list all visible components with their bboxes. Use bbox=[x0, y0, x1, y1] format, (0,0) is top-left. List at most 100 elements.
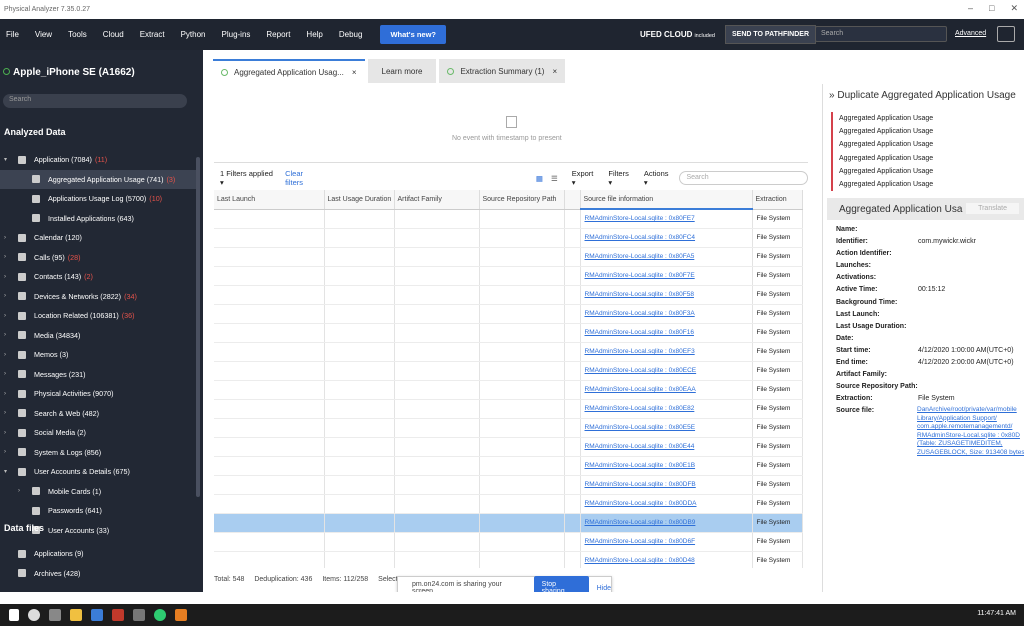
table-row[interactable]: RMAdminStore-Local.sqlite : 0x80EAA File … bbox=[214, 380, 803, 400]
column-header[interactable]: Last Usage Duration bbox=[324, 190, 395, 210]
table-row[interactable]: RMAdminStore-Local.sqlite : 0x80E1B File … bbox=[214, 456, 803, 476]
column-header[interactable]: Extraction bbox=[752, 190, 803, 210]
menu-debug[interactable]: Debug bbox=[339, 30, 363, 39]
source-file-link[interactable]: RMAdminStore-Local.sqlite : 0x80ECE bbox=[580, 361, 753, 381]
chevron-right-icon[interactable]: › bbox=[4, 332, 6, 338]
close-tab-icon[interactable]: × bbox=[352, 68, 357, 77]
table-row[interactable]: RMAdminStore-Local.sqlite : 0x80DDA File … bbox=[214, 494, 803, 514]
column-header[interactable]: Source Repository Path bbox=[479, 190, 565, 210]
column-header[interactable]: Source file information bbox=[580, 190, 753, 210]
sidebar-item[interactable]: › Social Media (2) bbox=[0, 423, 200, 443]
filters-dropdown[interactable]: Filters ▾ bbox=[608, 169, 633, 187]
physical-analyzer-icon[interactable] bbox=[175, 609, 187, 621]
source-file-link[interactable]: RMAdminStore-Local.sqlite : 0x80E1B bbox=[580, 456, 753, 476]
column-header[interactable] bbox=[564, 190, 581, 210]
sidebar-item[interactable]: › Location Related (106381) (36) bbox=[0, 306, 200, 326]
view-table-icon[interactable]: ▦ bbox=[536, 174, 543, 183]
table-row[interactable]: RMAdminStore-Local.sqlite : 0x80ECE File … bbox=[214, 361, 803, 381]
table-row[interactable]: RMAdminStore-Local.sqlite : 0x80E82 File … bbox=[214, 399, 803, 419]
table-row[interactable]: RMAdminStore-Local.sqlite : 0x80FA5 File … bbox=[214, 247, 803, 267]
close-tab-icon[interactable]: × bbox=[552, 67, 557, 76]
clear-filters-link[interactable]: Clear filters bbox=[285, 169, 322, 187]
chevron-right-icon[interactable]: › bbox=[18, 488, 20, 494]
sidebar-item[interactable]: › System & Logs (856) bbox=[0, 443, 200, 463]
advanced-link[interactable]: Advanced bbox=[955, 30, 986, 37]
tab[interactable]: Aggregated Application Usag... × bbox=[213, 59, 365, 83]
source-file-link[interactable]: RMAdminStore-Local.sqlite : 0x80DB9 bbox=[580, 513, 753, 533]
sidebar-item[interactable]: › Devices & Networks (2822) (34) bbox=[0, 287, 200, 307]
source-file-link[interactable]: RMAdminStore-Local.sqlite : 0x80F16 bbox=[580, 323, 753, 343]
sidebar-item[interactable]: › Messages (231) bbox=[0, 365, 200, 385]
send-to-pathfinder-button[interactable]: SEND TO PATHFINDER bbox=[725, 25, 817, 44]
sidebar-item[interactable]: › Search & Web (482) bbox=[0, 404, 200, 424]
duplicate-item[interactable]: Aggregated Application Usage bbox=[831, 112, 1021, 126]
column-header[interactable]: Artifact Family bbox=[394, 190, 480, 210]
menu-cloud[interactable]: Cloud bbox=[103, 30, 124, 39]
chevron-right-icon[interactable]: › bbox=[4, 235, 6, 241]
table-row[interactable]: RMAdminStore-Local.sqlite : 0x80D48 File … bbox=[214, 551, 803, 568]
menu-plugins[interactable]: Plug-ins bbox=[222, 30, 251, 39]
source-file-link[interactable]: RMAdminStore-Local.sqlite : 0x80F58 bbox=[580, 285, 753, 305]
chevron-right-icon[interactable]: › bbox=[4, 293, 6, 299]
sidebar-item[interactable]: ▾ User Accounts & Details (675) bbox=[0, 462, 200, 482]
sidebar-search-input[interactable]: Search bbox=[3, 94, 187, 108]
duplicate-item[interactable]: Aggregated Application Usage bbox=[831, 125, 1021, 139]
source-file-link[interactable]: RMAdminStore-Local.sqlite : 0x80DDA bbox=[580, 494, 753, 514]
actions-dropdown[interactable]: Actions ▾ bbox=[644, 169, 674, 187]
sidebar-item[interactable]: ▾ Application (7084) (11) bbox=[0, 150, 200, 170]
sidebar-item[interactable]: › Calls (95) (28) bbox=[0, 248, 200, 268]
sidebar-item[interactable]: › Physical Activities (9070) bbox=[0, 384, 200, 404]
sidebar-item[interactable]: › Mobile Cards (1) bbox=[0, 482, 200, 502]
sidebar-item[interactable]: Passwords (641) bbox=[0, 501, 200, 521]
menu-report[interactable]: Report bbox=[266, 30, 290, 39]
filters-applied-dropdown[interactable]: 1 Filters applied ▾ bbox=[220, 169, 277, 187]
search-icon[interactable] bbox=[28, 609, 40, 621]
source-file-link[interactable]: RMAdminStore-Local.sqlite : 0x80F3A bbox=[580, 304, 753, 324]
duplicate-item[interactable]: Aggregated Application Usage bbox=[831, 138, 1021, 152]
sidebar-item[interactable]: › Calendar (120) bbox=[0, 228, 200, 248]
menu-extract[interactable]: Extract bbox=[140, 30, 165, 39]
source-file-link[interactable]: RMAdminStore-Local.sqlite : 0x80DFB bbox=[580, 475, 753, 495]
sidebar-item[interactable]: › Memos (3) bbox=[0, 345, 200, 365]
windows-start-icon[interactable] bbox=[9, 609, 19, 621]
source-file-link[interactable]: RMAdminStore-Local.sqlite : 0x80E5E bbox=[580, 418, 753, 438]
minimize-button[interactable]: – bbox=[968, 3, 973, 14]
table-search-input[interactable]: Search bbox=[679, 171, 808, 185]
sidebar-item[interactable]: Applications (9) bbox=[0, 544, 200, 564]
source-file-link[interactable]: RMAdminStore-Local.sqlite : 0x80E82 bbox=[580, 399, 753, 419]
sidebar-item[interactable]: › Contacts (143) (2) bbox=[0, 267, 200, 287]
table-row[interactable]: RMAdminStore-Local.sqlite : 0x80F16 File … bbox=[214, 323, 803, 343]
task-view-icon[interactable] bbox=[49, 609, 61, 621]
source-file-link[interactable]: RMAdminStore-Local.sqlite : 0x80F7E bbox=[580, 266, 753, 286]
source-file-link[interactable]: RMAdminStore-Local.sqlite : 0x80D48 bbox=[580, 551, 753, 568]
tab[interactable]: Extraction Summary (1) × bbox=[439, 59, 566, 83]
sidebar-item[interactable]: Archives (428) bbox=[0, 564, 200, 584]
app-icon[interactable] bbox=[91, 609, 103, 621]
sidebar-item[interactable]: › Media (34834) bbox=[0, 326, 200, 346]
chevron-down-icon[interactable]: ▾ bbox=[4, 468, 7, 475]
export-dropdown[interactable]: Export ▾ bbox=[572, 169, 599, 187]
table-row[interactable]: RMAdminStore-Local.sqlite : 0x80DB9 File … bbox=[214, 513, 803, 533]
menu-view[interactable]: View bbox=[35, 30, 52, 39]
source-file-link[interactable]: RMAdminStore-Local.sqlite : 0x80E44 bbox=[580, 437, 753, 457]
file-explorer-icon[interactable] bbox=[70, 609, 82, 621]
whatsapp-icon[interactable] bbox=[154, 609, 166, 621]
table-row[interactable]: RMAdminStore-Local.sqlite : 0x80F58 File … bbox=[214, 285, 803, 305]
table-row[interactable]: RMAdminStore-Local.sqlite : 0x80F3A File … bbox=[214, 304, 803, 324]
chevron-right-icon[interactable]: › bbox=[4, 274, 6, 280]
table-row[interactable]: RMAdminStore-Local.sqlite : 0x80D6F File … bbox=[214, 532, 803, 552]
camera-icon[interactable] bbox=[997, 26, 1015, 42]
chevron-right-icon[interactable]: › bbox=[4, 254, 6, 260]
top-search-input[interactable]: Search bbox=[815, 26, 947, 42]
source-file-link[interactable]: RMAdminStore-Local.sqlite : 0x80FC4 bbox=[580, 228, 753, 248]
chevron-right-icon[interactable]: › bbox=[4, 313, 6, 319]
menu-python[interactable]: Python bbox=[181, 30, 206, 39]
table-row[interactable]: RMAdminStore-Local.sqlite : 0x80FE7 File … bbox=[214, 209, 803, 229]
table-row[interactable]: RMAdminStore-Local.sqlite : 0x80E44 File … bbox=[214, 437, 803, 457]
source-file-link[interactable]: RMAdminStore-Local.sqlite : 0x80EF3 bbox=[580, 342, 753, 362]
app-icon[interactable] bbox=[133, 609, 145, 621]
source-file-link[interactable]: RMAdminStore-Local.sqlite : 0x80EAA bbox=[580, 380, 753, 400]
hide-button[interactable]: Hide bbox=[597, 585, 611, 592]
sidebar-item[interactable]: Aggregated Application Usage (741) (3) bbox=[0, 169, 200, 189]
sidebar-item[interactable]: Applications Usage Log (5700) (10) bbox=[0, 189, 200, 209]
